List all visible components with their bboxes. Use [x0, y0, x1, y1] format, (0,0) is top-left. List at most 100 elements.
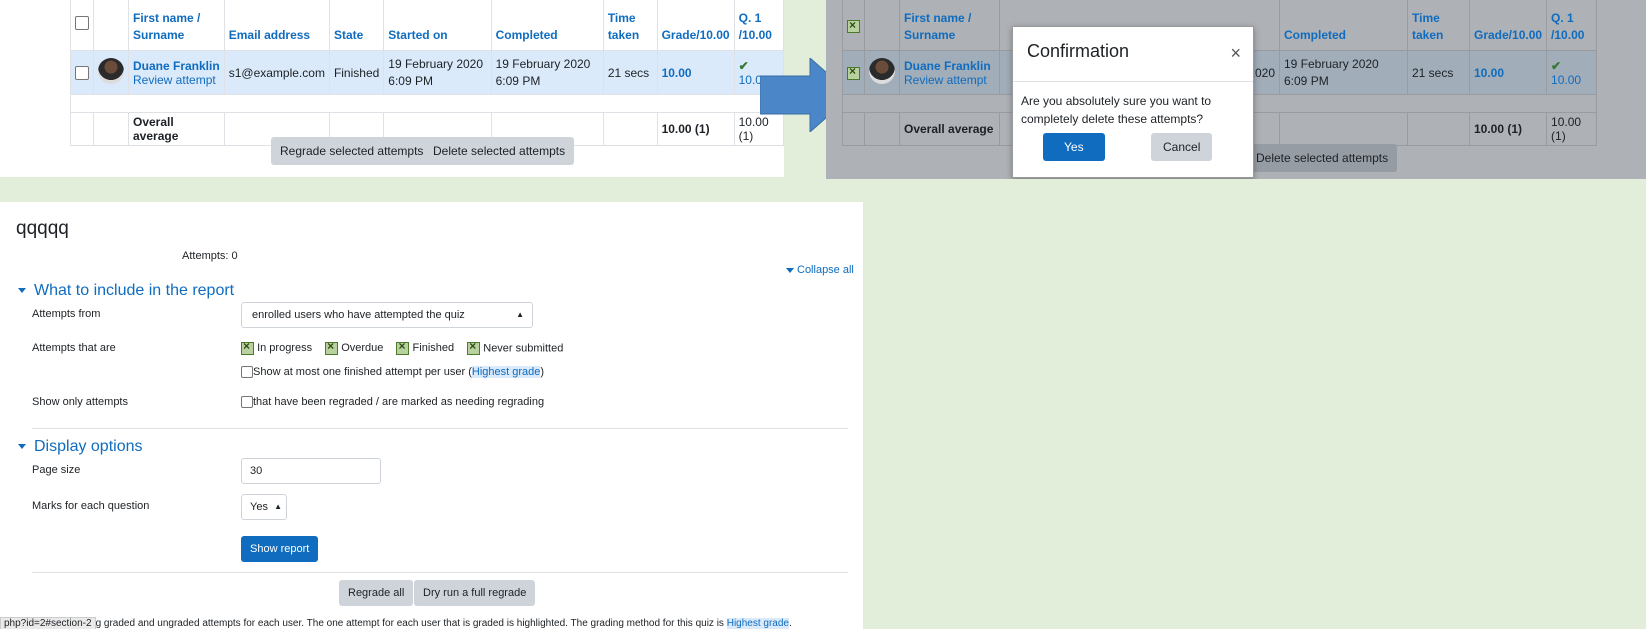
- attempts-that-are-label: Attempts that are: [32, 342, 116, 354]
- delete-confirmation-panel: First name /Surname Completed Timetaken …: [826, 0, 1646, 179]
- time-taken-cell: 21 secs: [1407, 50, 1470, 95]
- started-cell: 19 February 2020 6:09 PM: [383, 50, 492, 95]
- grade-link[interactable]: 10.00: [1474, 66, 1504, 80]
- attempts-from-value: enrolled users who have attempted the qu…: [252, 309, 465, 321]
- section-display-options-title: Display options: [34, 438, 143, 455]
- col-started[interactable]: Started on: [383, 0, 492, 51]
- one-attempt-checkbox[interactable]: [241, 366, 253, 379]
- overall-average-label: Overall average: [899, 112, 1000, 146]
- overall-average-label: Overall average: [128, 112, 225, 146]
- review-attempt-link[interactable]: Review attempt: [904, 73, 987, 87]
- col-completed[interactable]: Completed: [1279, 0, 1408, 51]
- time-taken-cell: 21 secs: [602, 50, 658, 95]
- footer-info: php?id=2#section-2 g graded and ungraded …: [0, 617, 792, 629]
- col-completed[interactable]: Completed: [490, 0, 604, 51]
- marks-select[interactable]: Yes ▲: [241, 494, 287, 520]
- dialog-message: Are you absolutely sure you want to comp…: [1021, 94, 1212, 126]
- chevron-down-icon: [18, 288, 26, 294]
- review-attempt-link[interactable]: Review attempt: [133, 73, 216, 87]
- attempts-table-panel: First name / Surname Email address State …: [0, 0, 784, 177]
- avatar[interactable]: [98, 58, 124, 84]
- section-what-to-include[interactable]: What to include in the report: [18, 282, 234, 300]
- select-arrows-icon: ▲: [274, 502, 282, 511]
- table-row: Duane Franklin Review attempt s1@example.…: [70, 50, 784, 95]
- dialog-header: Confirmation ×: [1013, 27, 1253, 82]
- select-all-checkbox-checked[interactable]: [847, 17, 860, 34]
- col-time-taken-line2: taken: [607, 28, 640, 42]
- col-state[interactable]: State: [328, 0, 385, 51]
- completed-cell: 19 February 2020 6:09 PM: [490, 50, 604, 95]
- dialog-title: Confirmation: [1027, 41, 1130, 61]
- col-q1[interactable]: Q. 1/10.00: [733, 0, 784, 51]
- section-what-to-include-title: What to include in the report: [34, 282, 235, 299]
- page-size-input[interactable]: 30: [241, 458, 381, 484]
- page-size-label: Page size: [32, 464, 81, 476]
- attempts-table: First name / Surname Email address State …: [70, 0, 784, 146]
- in-progress-checkbox[interactable]: [241, 339, 254, 355]
- col-email[interactable]: Email address: [223, 0, 330, 51]
- cancel-button[interactable]: Cancel: [1151, 133, 1213, 161]
- chevron-down-icon: [786, 267, 794, 273]
- row-checkbox-checked[interactable]: [847, 64, 860, 80]
- footer-highest-grade-link[interactable]: Highest grade: [726, 618, 789, 629]
- average-grade: 10.00 (1): [1468, 112, 1548, 146]
- table-header-row: First name / Surname Email address State …: [70, 0, 784, 51]
- check-icon: ✔: [738, 58, 749, 73]
- attempts-from-label: Attempts from: [32, 308, 101, 320]
- regrade-all-button[interactable]: Regrade all: [339, 580, 414, 606]
- select-all-checkbox[interactable]: [75, 16, 89, 31]
- regraded-checkbox[interactable]: [241, 396, 253, 409]
- grade-link[interactable]: 10.00: [662, 66, 692, 80]
- never-submitted-checkbox[interactable]: [467, 339, 481, 355]
- highest-grade-link[interactable]: Highest grade: [471, 366, 541, 378]
- chevron-down-icon: [18, 444, 26, 450]
- one-attempt-text: Show at most one finished attempt per us…: [253, 366, 472, 378]
- user-name-link[interactable]: Duane Franklin: [133, 59, 220, 73]
- avatar[interactable]: [869, 58, 895, 84]
- col-grade[interactable]: Grade/10.00: [656, 0, 735, 51]
- col-q1-line2: /10.00: [738, 28, 772, 42]
- show-only-label: Show only attempts: [32, 396, 128, 408]
- row-checkbox[interactable]: [75, 65, 89, 80]
- collapse-all-link[interactable]: Collapse all: [786, 264, 854, 276]
- show-report-button[interactable]: Show report: [241, 536, 319, 562]
- col-q1-line2: /10.00: [1551, 28, 1585, 42]
- regrade-selected-button[interactable]: Regrade selected attempts: [271, 137, 433, 165]
- divider: [32, 428, 848, 429]
- check-icon: ✔: [1551, 58, 1562, 73]
- dry-run-regrade-button[interactable]: Dry run a full regrade: [414, 580, 536, 606]
- q1-grade-link[interactable]: 10.00: [1551, 73, 1581, 87]
- col-surname[interactable]: Surname: [133, 28, 184, 42]
- overdue-label: Overdue: [341, 342, 384, 355]
- marks-label: Marks for each question: [32, 500, 150, 512]
- confirmation-dialog: Confirmation × Are you absolutely sure y…: [1012, 26, 1254, 178]
- col-surname[interactable]: Surname: [904, 28, 955, 42]
- attempts-from-select[interactable]: enrolled users who have attempted the qu…: [241, 302, 533, 328]
- average-q1: 10.00 (1): [1546, 112, 1598, 146]
- col-grade[interactable]: Grade/10.00: [1468, 0, 1548, 51]
- close-icon[interactable]: ×: [1230, 43, 1241, 64]
- quiz-title: qqqqq: [16, 218, 69, 239]
- attempts-count: Attempts: 0: [182, 250, 238, 262]
- email-cell: s1@example.com: [223, 50, 330, 95]
- col-first-name[interactable]: First name: [133, 11, 194, 25]
- col-q1[interactable]: Q. 1/10.00: [1546, 0, 1598, 51]
- col-time-taken[interactable]: Time taken: [1407, 0, 1470, 51]
- in-progress-label: In progress: [257, 342, 313, 355]
- col-time-taken-line2: taken: [1412, 28, 1444, 42]
- divider: [32, 572, 848, 573]
- delete-selected-button[interactable]: Delete selected attempts: [424, 137, 575, 165]
- table-spacer-row: [70, 94, 784, 113]
- col-first-name[interactable]: First name: [904, 11, 965, 25]
- completed-cell: 19 February 2020 6:09 PM: [1279, 50, 1408, 95]
- status-bar-url: php?id=2#section-2: [0, 617, 96, 629]
- one-attempt-close-paren: ): [540, 366, 545, 378]
- yes-button[interactable]: Yes: [1043, 133, 1105, 161]
- section-display-options[interactable]: Display options: [18, 438, 143, 456]
- finished-checkbox[interactable]: [396, 339, 410, 355]
- col-time-taken[interactable]: Time taken: [602, 0, 658, 51]
- attempt-states-group: In progress Overdue Finished Never submi…: [241, 339, 563, 355]
- delete-selected-button[interactable]: Delete selected attempts: [1247, 144, 1398, 172]
- user-name-link[interactable]: Duane Franklin: [904, 59, 991, 73]
- overdue-checkbox[interactable]: [325, 339, 339, 355]
